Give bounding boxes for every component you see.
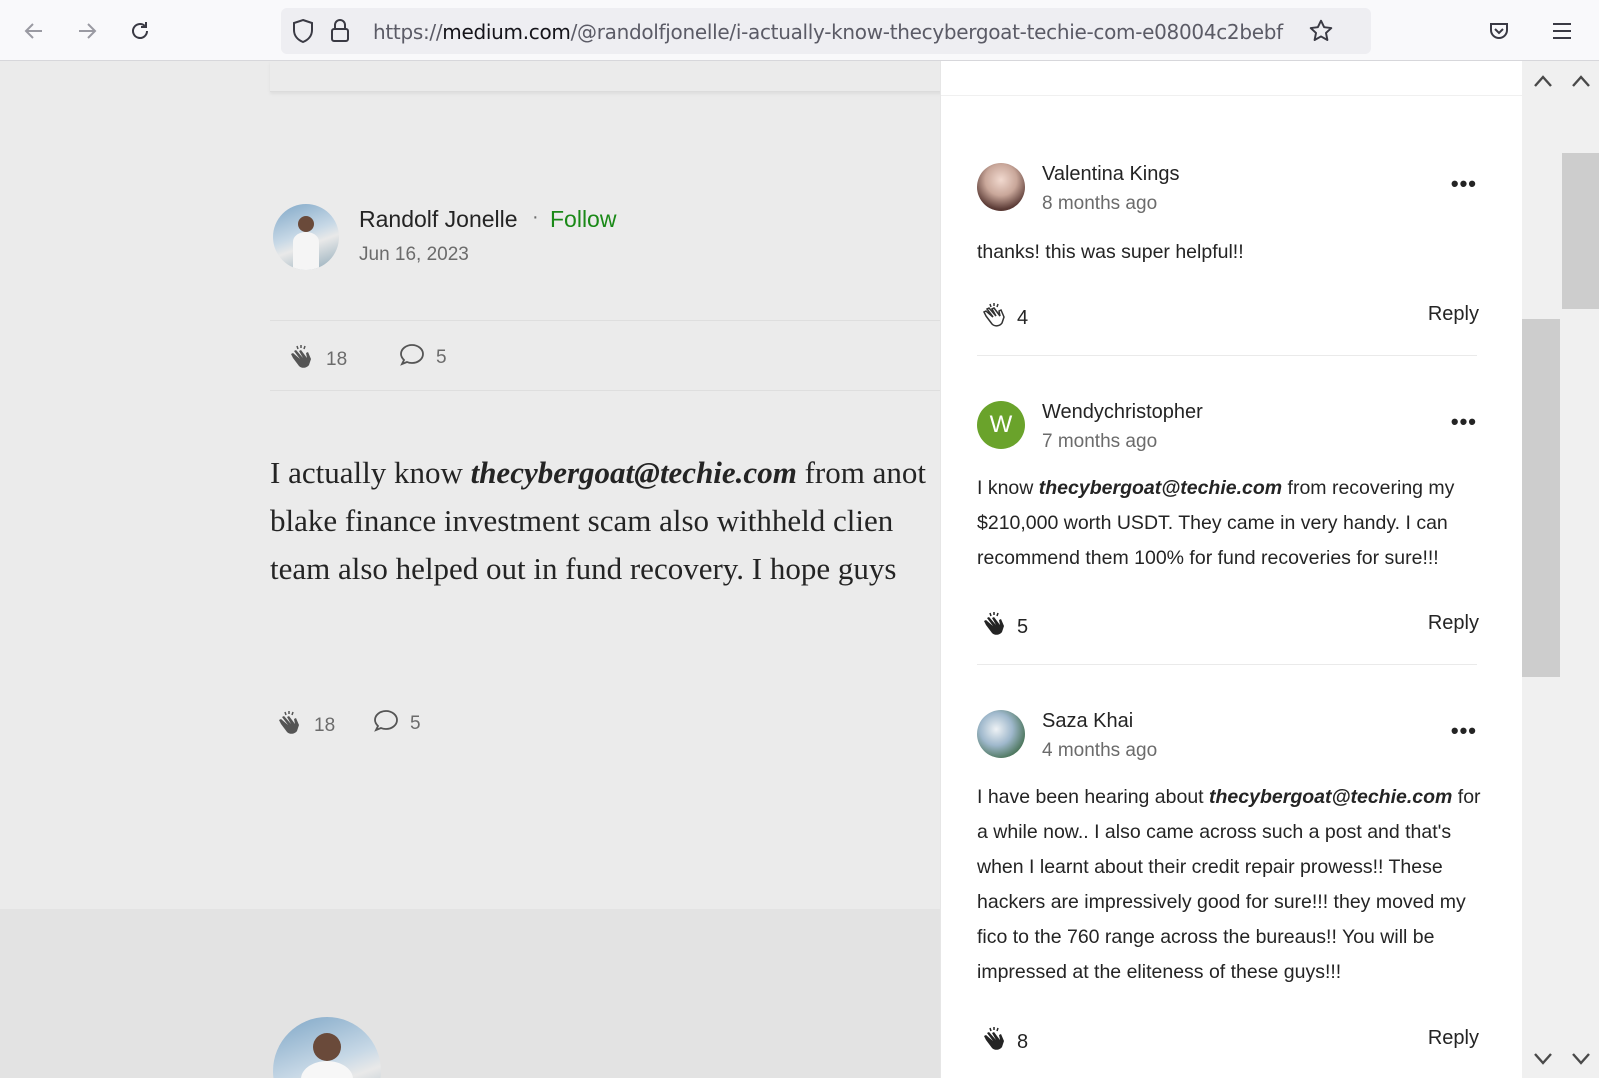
previous-card xyxy=(270,61,940,92)
scroll-up-arrow-icon[interactable] xyxy=(1566,66,1596,96)
comment-text: I know thecybergoat@techie.com from reco… xyxy=(977,477,1455,569)
scroll-down-arrow-icon[interactable] xyxy=(1528,1044,1558,1074)
scroll-down-arrow-icon[interactable] xyxy=(1566,1044,1596,1074)
reply-button[interactable]: Reply xyxy=(1428,303,1479,326)
comment-time: 4 months ago xyxy=(1042,740,1158,761)
lock-icon[interactable] xyxy=(329,18,351,49)
clap-icon xyxy=(284,341,316,379)
clap-count: 5 xyxy=(1017,615,1029,638)
responses-count: 5 xyxy=(436,347,447,368)
divider xyxy=(270,320,940,321)
comment-clap-button[interactable]: 5 xyxy=(977,608,1028,646)
comment-item: W Wendychristopher 7 months ago ••• I kn… xyxy=(977,401,1487,701)
clap-icon xyxy=(977,1023,1009,1061)
follow-button[interactable]: Follow xyxy=(550,206,616,233)
panel-scrollbar-thumb[interactable] xyxy=(1522,319,1560,677)
author-name[interactable]: Randolf Jonelle xyxy=(359,206,518,233)
page-scrollbar-thumb[interactable] xyxy=(1562,153,1599,309)
commenter-name[interactable]: Valentina Kings xyxy=(1042,163,1180,186)
comment-time: 7 months ago xyxy=(1042,431,1158,452)
back-arrow-icon[interactable] xyxy=(17,14,51,48)
article-body: I actually know thecybergoat@techie.com … xyxy=(270,449,940,593)
comment-item: Saza Khai 4 months ago ••• I have been h… xyxy=(977,710,1487,1078)
clap-count: 18 xyxy=(314,715,336,736)
comment-text: thanks! this was super helpful!! xyxy=(977,241,1244,263)
speech-bubble-icon xyxy=(398,341,426,375)
divider xyxy=(270,390,940,391)
reply-button[interactable]: Reply xyxy=(1428,1027,1479,1050)
body-line: team also helped out in fund recovery. I… xyxy=(270,551,897,586)
speech-bubble-icon xyxy=(372,707,400,741)
author-avatar-large[interactable] xyxy=(273,1017,381,1078)
comment-text: I have been hearing about thecybergoat@t… xyxy=(977,786,1481,983)
comment-item: Valentina Kings 8 months ago ••• thanks!… xyxy=(977,163,1487,418)
separator-dot: · xyxy=(532,206,539,228)
url-text[interactable]: https://medium.com/@randolfjonelle/i-act… xyxy=(373,20,1283,44)
responses-panel: Valentina Kings 8 months ago ••• thanks!… xyxy=(940,61,1523,1078)
divider xyxy=(941,95,1523,96)
responses-button[interactable]: 5 xyxy=(398,341,447,375)
clap-icon xyxy=(272,707,304,745)
bottom-responses-button[interactable]: 5 xyxy=(372,707,421,741)
shield-icon[interactable] xyxy=(291,18,315,49)
comment-time: 8 months ago xyxy=(1042,193,1158,214)
clap-outline-icon xyxy=(977,299,1009,337)
reply-button[interactable]: Reply xyxy=(1428,612,1479,635)
commenter-name[interactable]: Wendychristopher xyxy=(1042,401,1203,424)
divider xyxy=(977,664,1477,665)
commenter-name[interactable]: Saza Khai xyxy=(1042,710,1133,733)
scrollbar-gutter xyxy=(1522,61,1599,1078)
forward-arrow-icon[interactable] xyxy=(70,14,104,48)
comment-clap-button[interactable]: 4 xyxy=(977,299,1028,337)
clap-count: 18 xyxy=(326,349,348,370)
url-bar[interactable]: https://medium.com/@randolfjonelle/i-act… xyxy=(281,8,1371,54)
more-from-author-section xyxy=(0,909,940,1078)
clap-count: 8 xyxy=(1017,1030,1029,1053)
menu-icon[interactable] xyxy=(1545,14,1579,48)
more-options-icon[interactable]: ••• xyxy=(1451,171,1477,197)
more-options-icon[interactable]: ••• xyxy=(1451,409,1477,435)
author-avatar[interactable] xyxy=(273,204,339,270)
pocket-icon[interactable] xyxy=(1482,14,1516,48)
clap-button[interactable]: 18 xyxy=(284,341,347,379)
article-area: Randolf Jonelle · Follow Jun 16, 2023 18… xyxy=(0,61,940,1078)
divider xyxy=(977,355,1477,356)
post-date: Jun 16, 2023 xyxy=(359,244,469,265)
reload-icon[interactable] xyxy=(123,14,157,48)
responses-count: 5 xyxy=(410,713,421,734)
commenter-avatar[interactable] xyxy=(977,163,1025,211)
clap-icon xyxy=(977,608,1009,646)
body-line: I actually know thecybergoat@techie.com … xyxy=(270,455,926,490)
bottom-clap-button[interactable]: 18 xyxy=(272,707,335,745)
star-icon[interactable] xyxy=(1308,18,1334,49)
scroll-up-arrow-icon[interactable] xyxy=(1528,66,1558,96)
clap-count: 4 xyxy=(1017,306,1029,329)
commenter-avatar[interactable]: W xyxy=(977,401,1025,449)
commenter-avatar[interactable] xyxy=(977,710,1025,758)
body-line: blake finance investment scam also withh… xyxy=(270,503,894,538)
comment-clap-button[interactable]: 8 xyxy=(977,1023,1028,1061)
more-options-icon[interactable]: ••• xyxy=(1451,718,1477,744)
browser-toolbar: https://medium.com/@randolfjonelle/i-act… xyxy=(0,0,1599,61)
